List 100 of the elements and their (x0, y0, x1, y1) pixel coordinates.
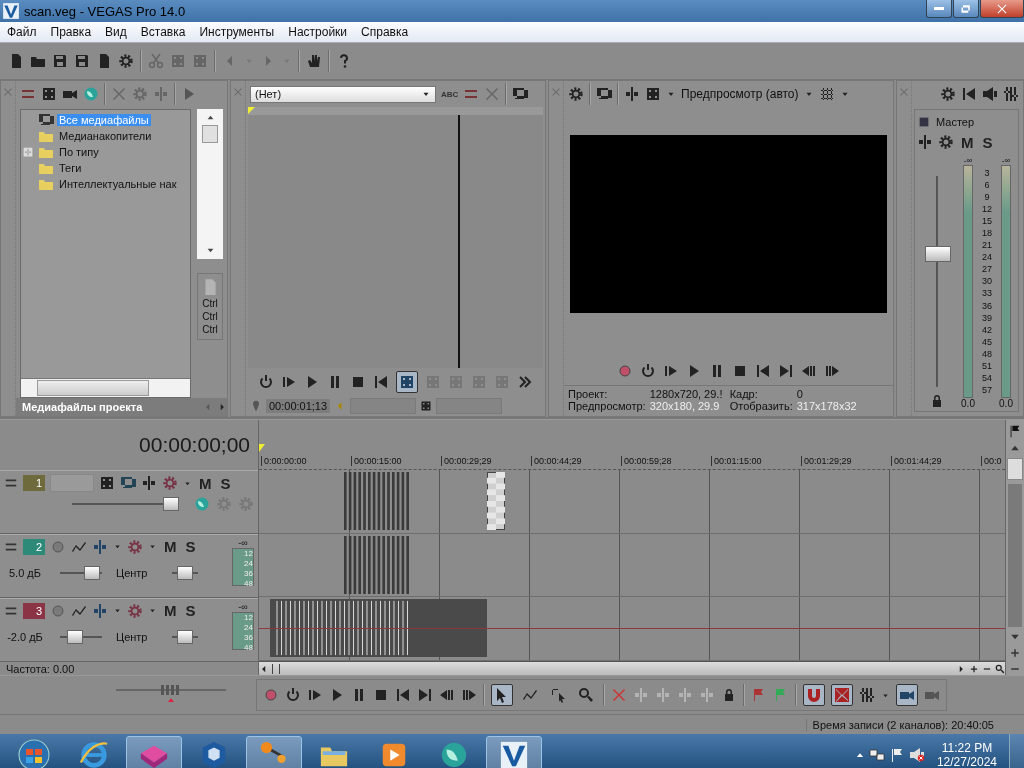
horizontal-scrollbar[interactable] (21, 378, 190, 397)
timecode-field[interactable]: 00:00:01;13 (266, 399, 331, 413)
scrollbar-track[interactable] (1008, 484, 1022, 627)
align-icon (859, 687, 875, 703)
close-icon (899, 87, 909, 97)
scroll-up-icon (205, 113, 215, 122)
globe-icon (194, 496, 210, 512)
restore-icon (960, 2, 972, 15)
abc-button[interactable]: ABC (441, 89, 459, 99)
info-label: Предпросмотр: (568, 400, 646, 412)
pan-reading: Центр (116, 566, 149, 579)
trim-icon (655, 687, 671, 703)
effects-icon (938, 134, 954, 150)
zoom-icon (578, 687, 594, 703)
clock-time: 11:22 PM (941, 740, 993, 755)
stop-icon (350, 374, 366, 390)
menu-item[interactable]: Правка (43, 25, 99, 39)
split-icon (153, 86, 169, 102)
audio-clip[interactable] (342, 535, 410, 594)
tree-item[interactable]: Теги (57, 162, 84, 174)
play-from-start-icon (281, 374, 297, 390)
slider-handle[interactable] (66, 629, 83, 644)
ruler-label: 0:00:00:00 (261, 456, 351, 466)
menu-item[interactable]: Инструменты (192, 25, 282, 39)
scale-label: 48 (982, 348, 992, 359)
audio-clip[interactable] (270, 599, 487, 658)
record-arm-icon (50, 602, 66, 619)
network-icon (868, 746, 885, 763)
info-label: Кадр: (729, 388, 758, 400)
slider-handle[interactable] (177, 565, 193, 580)
mute-button[interactable]: M (959, 133, 976, 151)
meter-label: -∞ (963, 156, 973, 165)
close-icon (551, 87, 561, 97)
scale-label: 36 (982, 300, 992, 311)
slider-handle[interactable] (83, 565, 100, 580)
fader-handle[interactable] (925, 246, 951, 263)
go-to-start-icon (395, 687, 411, 703)
record-icon (617, 363, 633, 379)
video-clip[interactable] (342, 471, 410, 530)
go-to-start-icon (755, 363, 771, 379)
preview-quality-dropdown[interactable]: Предпросмотр (авто) (681, 87, 799, 101)
tree-item[interactable]: Интеллектуальные нак (57, 178, 179, 190)
media-dropdown[interactable]: (Нет) (250, 85, 436, 103)
caret-icon (148, 542, 157, 551)
restore-button[interactable] (953, 0, 979, 18)
mute-button[interactable]: M (162, 538, 179, 555)
slider-handle[interactable] (161, 685, 181, 695)
mute-button[interactable]: M (162, 602, 179, 619)
snap-button[interactable] (803, 684, 825, 706)
slider-handle[interactable] (162, 497, 179, 511)
tree-item[interactable]: Медианакопители (57, 130, 154, 142)
scale-label: 3 (984, 168, 990, 178)
meter-label: -∞ (238, 539, 248, 548)
tree-item[interactable]: По типу (57, 146, 101, 158)
menu-item[interactable]: Справка (354, 25, 416, 39)
scroll-thumb[interactable] (202, 125, 218, 143)
solo-button[interactable]: S (183, 538, 198, 555)
taskbar-app[interactable] (126, 735, 182, 768)
compositing-icon (120, 475, 136, 491)
vertical-scrollbar[interactable] (197, 109, 223, 259)
menu-item[interactable]: Вид (98, 25, 134, 39)
scroll-thumb[interactable] (1007, 458, 1023, 480)
scale-label: 30 (982, 276, 992, 287)
solo-button[interactable]: S (218, 474, 233, 492)
minimize-button[interactable] (926, 0, 952, 18)
tree-item[interactable]: Все медиафайлы (57, 114, 151, 126)
meter-reading: 0.0 (961, 398, 975, 409)
layout-icon (399, 374, 415, 390)
meter-label: -∞ (1001, 156, 1011, 165)
menu-item[interactable]: Файл (0, 25, 44, 39)
scale-label: 54 (982, 372, 992, 383)
meter-label: 36 (244, 569, 253, 579)
close-icon (996, 2, 1008, 15)
capture-icon (41, 86, 57, 102)
track-number: 1 (23, 475, 45, 491)
snap-button[interactable] (831, 684, 853, 706)
trim-icon (677, 687, 693, 703)
tool-button[interactable] (491, 684, 513, 706)
close-button[interactable] (980, 0, 1024, 18)
solo-button[interactable]: S (183, 602, 198, 619)
clock[interactable]: 11:22 PM 12/27/2024 (928, 740, 1005, 768)
ripple-icon (834, 687, 850, 703)
layout-button[interactable] (396, 371, 418, 393)
zoom-in-icon (1009, 647, 1021, 659)
taskbar-app[interactable] (486, 735, 542, 768)
zoom-in-icon (969, 663, 979, 674)
marker-flag (259, 444, 265, 452)
info-label: Проект: (568, 388, 609, 400)
scale-label: 24 (982, 252, 992, 263)
previous-frame-icon (801, 363, 817, 379)
show-desktop-button[interactable] (1009, 734, 1024, 768)
menu-item[interactable]: Вставка (133, 25, 193, 39)
slider-handle[interactable] (177, 629, 193, 644)
tool-button[interactable] (896, 684, 918, 706)
menu-item[interactable]: Настройки (281, 25, 355, 39)
timeline-scrollbar[interactable] (259, 661, 1005, 675)
solo-button[interactable]: S (980, 133, 995, 151)
monitor-icon (596, 86, 612, 102)
mute-button[interactable]: M (197, 474, 214, 492)
video-clip[interactable] (487, 471, 505, 530)
